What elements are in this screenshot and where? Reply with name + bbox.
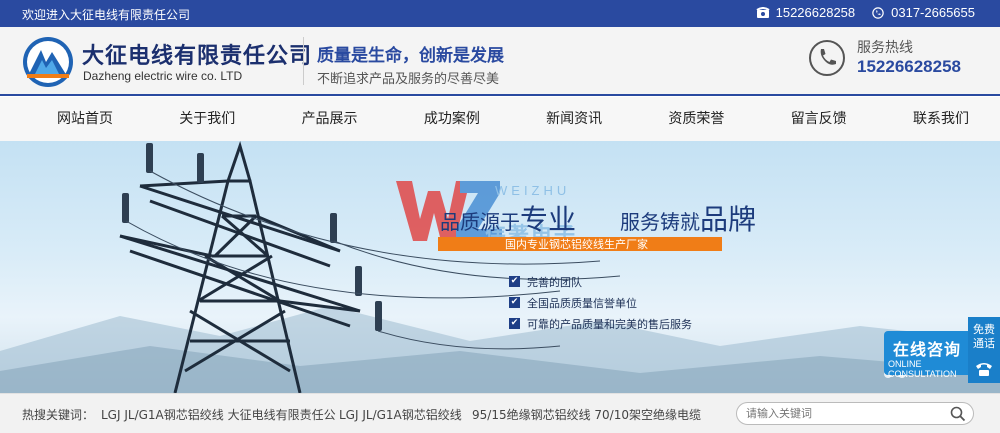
power-tower-illustration: [0, 141, 1000, 393]
top-phone-number: 15226628258: [775, 5, 856, 20]
brand-name: 大征电线有限责任公司: [82, 44, 313, 69]
top-tel: 0317-2665655: [871, 5, 975, 20]
phone-icon: [976, 363, 992, 376]
hot-keywords-label: 热搜关键词：: [22, 408, 95, 422]
header-divider: [303, 37, 304, 85]
online-consult-button[interactable]: 在线咨询 ONLINE CONSULTATION: [884, 331, 970, 379]
company-logo[interactable]: [22, 36, 74, 88]
free-call-button[interactable]: 免费 通话: [968, 317, 1000, 383]
nav-item-honors[interactable]: 资质荣誉: [668, 97, 724, 141]
welcome-text: 欢迎进入大征电线有限责任公司: [22, 8, 191, 22]
tagline-service: 服务铸就品牌: [620, 203, 757, 236]
feature-item: ✔ 可靠的产品质量和完美的售后服务: [509, 317, 692, 331]
hot-keyword-link[interactable]: LGJ JL/G1A钢芯铝绞线 大征电线有限责任公: [101, 406, 336, 423]
site-header: 大征电线有限责任公司 Dazheng electric wire co. LTD…: [0, 27, 1000, 96]
hot-keyword-link[interactable]: 95/15绝缘钢芯铝绞线 70/10架空绝缘电缆: [472, 406, 701, 423]
search-icon[interactable]: [950, 406, 966, 422]
hero-banner[interactable]: WEIZHU 伟著电子 品质源于专业 服务铸就品牌 国内专业钢芯铝绞线生产厂家 …: [0, 141, 1000, 393]
hotline-phone-icon: [809, 40, 845, 76]
orange-ribbon-text: 国内专业钢芯铝绞线生产厂家: [505, 238, 648, 251]
slogan-sub: 不断追求产品及服务的尽善尽美: [317, 72, 500, 87]
top-phone: 15226628258: [756, 5, 856, 20]
slogan-main: 质量是生命，创新是发展: [317, 46, 504, 66]
checkbox-icon: ✔: [509, 276, 520, 287]
feature-item: ✔ 全国品质质量信誉单位: [509, 296, 637, 310]
hotline-label: 服务热线: [857, 40, 913, 56]
watermark-english: WEIZHU: [495, 183, 571, 198]
search-input[interactable]: [736, 402, 974, 425]
feature-list: ✔ 完善的团队 ✔ 全国品质质量信誉单位 ✔ 可靠的产品质量和完美的售后服务: [509, 271, 692, 334]
top-tel-number: 0317-2665655: [891, 5, 975, 20]
nav-item-home[interactable]: 网站首页: [57, 97, 113, 141]
hotline-number: 15226628258: [857, 57, 962, 76]
main-nav: 网站首页 关于我们 产品展示 成功案例 新闻资讯 资质荣誉 留言反馈 联系我们: [0, 97, 1000, 141]
nav-item-feedback[interactable]: 留言反馈: [791, 97, 847, 141]
hot-search-bar: 热搜关键词： LGJ JL/G1A钢芯铝绞线 大征电线有限责任公 LGJ JL/…: [0, 393, 1000, 433]
brand-name-english: Dazheng electric wire co. LTD: [83, 69, 243, 83]
checkbox-icon: ✔: [509, 318, 520, 329]
tagline-quality: 品质源于专业: [440, 203, 577, 236]
telephone-icon: [872, 6, 884, 19]
nav-item-cases[interactable]: 成功案例: [424, 97, 480, 141]
top-contact: 15226628258 0317-2665655: [756, 5, 975, 20]
hot-keyword-link[interactable]: LGJ JL/G1A钢芯铝绞线: [339, 406, 462, 423]
consult-subtitle: ONLINE CONSULTATION: [888, 359, 957, 379]
nav-item-about[interactable]: 关于我们: [179, 97, 235, 141]
nav-item-news[interactable]: 新闻资讯: [546, 97, 602, 141]
phone-icon: [756, 6, 770, 18]
consult-title: 在线咨询: [893, 340, 962, 359]
feature-item: ✔ 完善的团队: [509, 275, 582, 289]
top-bar: 欢迎进入大征电线有限责任公司 15226628258 0317-2665655: [0, 0, 1000, 27]
checkbox-icon: ✔: [509, 297, 520, 308]
nav-item-contact[interactable]: 联系我们: [913, 97, 969, 141]
nav-item-products[interactable]: 产品展示: [302, 97, 358, 141]
